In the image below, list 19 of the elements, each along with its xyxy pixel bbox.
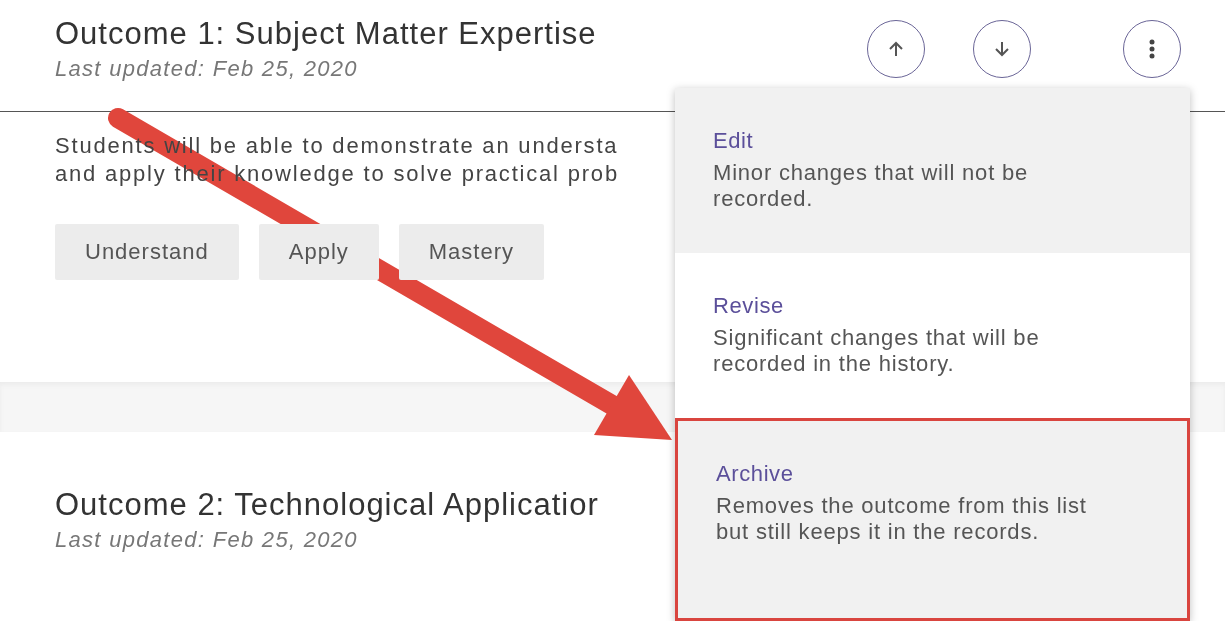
menu-item-description: Minor changes that will not be recorded. [713,160,1030,212]
arrow-down-icon [995,41,1009,57]
tag: Mastery [398,224,545,280]
menu-item-label: Edit [713,128,755,154]
menu-item[interactable]: Archive Removes the outcome from this list but still keeps it in the records. [675,418,1190,621]
menu-item-label: Revise [713,293,785,319]
menu-item-description: Removes the outcome from this list but still keeps it in the records. [716,493,1088,545]
menu-item[interactable]: Revise Significant changes that will be recorded in the history. [675,253,1190,418]
menu-item-description: Significant changes that will be recorded in the history. [713,325,1041,377]
last-updated: Last updated: Feb 25, 2020 [55,56,358,82]
tag: Understand [55,224,239,280]
arrow-up-icon [889,41,903,57]
menu-item-label: Archive [716,461,795,487]
outcome-title: Outcome 1: Subject Matter Expertise [55,16,597,52]
menu-item[interactable]: Edit Minor changes that will not be recorded. [675,88,1190,253]
last-updated: Last updated: Feb 25, 2020 [55,527,358,553]
tag: Apply [258,224,379,280]
more-icon [1149,39,1155,59]
outcome-title: Outcome 2: Technological Applicatior [55,487,599,523]
